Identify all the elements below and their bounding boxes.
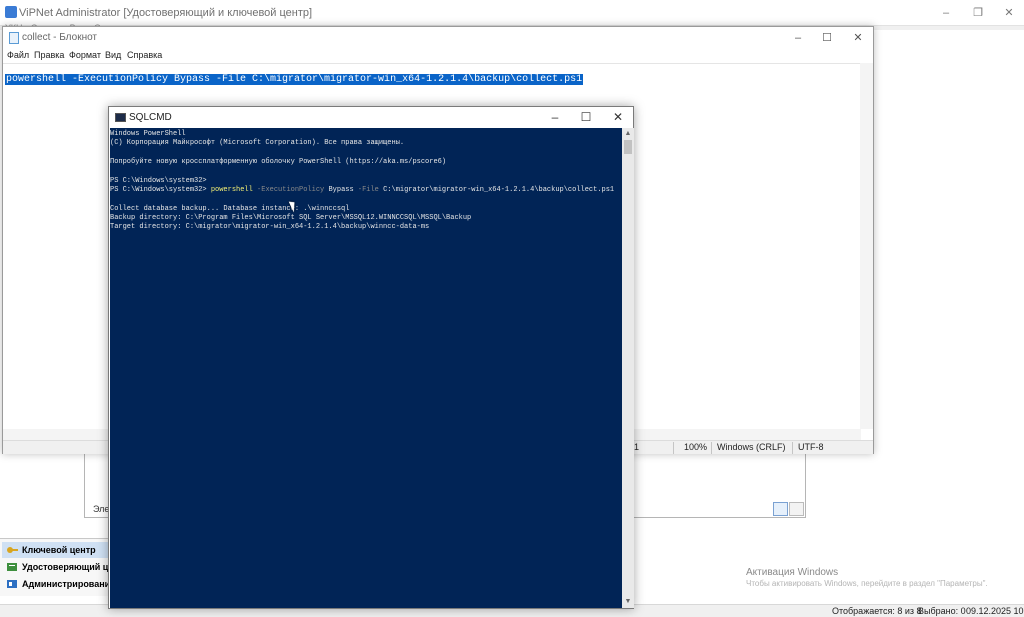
notepad-selected-text[interactable]: powershell -ExecutionPolicy Bypass -File…	[5, 74, 584, 85]
desktop: ViPNet Administrator [Удостоверяющий и к…	[0, 0, 1024, 617]
notepad-status-zoom: 100%	[684, 442, 708, 452]
scrollbar-thumb[interactable]	[624, 140, 632, 154]
vipnet-window-title: ViPNet Administrator [Удостоверяющий и к…	[19, 7, 313, 19]
nav-item-certificate-center[interactable]: Удостоверяющий центр	[2, 559, 110, 575]
vipnet-minimize-button[interactable]: –	[931, 4, 961, 22]
console-parameter: -ExecutionPolicy	[252, 186, 325, 194]
notepad-menubar: Файл Правка Формат Вид Справка	[3, 47, 873, 63]
console-line: Collect database backup... Database inst…	[110, 205, 350, 213]
notepad-status-encoding: UTF-8	[798, 442, 824, 452]
nav-item-label: Администрирование	[22, 579, 110, 589]
powershell-console[interactable]: Windows PowerShell (С) Корпорация Майкро…	[110, 128, 622, 608]
vipnet-maximize-button[interactable]: ❐	[963, 4, 993, 22]
status-selected-count: Выбрано: 0	[918, 606, 966, 616]
notepad-maximize-button[interactable]: ☐	[812, 29, 842, 47]
notepad-status-eol: Windows (CRLF)	[717, 442, 786, 452]
console-line: PS C:\Windows\system32>	[110, 177, 207, 185]
console-argument: C:\migrator\migrator-win_x64-1.2.1.4\bac…	[378, 186, 615, 194]
sqlcmd-close-button[interactable]: ✕	[603, 108, 633, 127]
key-center-icon	[7, 546, 18, 553]
notepad-minimize-button[interactable]: –	[783, 29, 813, 47]
sqlcmd-window: SQLCMD – ☐ ✕ Windows PowerShell (С) Корп…	[108, 106, 634, 609]
status-separator	[792, 442, 793, 454]
notepad-menu-format[interactable]: Формат	[69, 50, 101, 60]
vipnet-app-icon	[5, 6, 17, 18]
sqlcmd-title: SQLCMD	[129, 112, 172, 123]
notepad-title: collect - Блокнот	[22, 32, 98, 43]
certificate-center-icon	[7, 562, 17, 571]
nav-item-label: Ключевой центр	[22, 545, 96, 555]
status-separator	[711, 442, 712, 454]
notepad-close-button[interactable]: ✕	[843, 29, 873, 47]
console-line: Попробуйте новую кроссплатформенную обол…	[110, 158, 447, 166]
notepad-vertical-scrollbar[interactable]	[860, 63, 873, 429]
nav-item-key-center[interactable]: Ключевой центр	[2, 542, 110, 558]
console-parameter: -File	[353, 186, 379, 194]
admin-icon	[7, 579, 17, 588]
console-argument: Bypass	[324, 186, 354, 194]
vipnet-close-button[interactable]: ✕	[994, 4, 1024, 22]
details-view-icon[interactable]	[773, 502, 788, 516]
windows-activation-title: Активация Windows	[746, 567, 839, 578]
list-view-icon[interactable]	[789, 502, 804, 516]
notepad-menu-edit[interactable]: Правка	[34, 50, 64, 60]
console-line: Target directory: C:\migrator\migrator-w…	[110, 223, 430, 231]
sqlcmd-minimize-button[interactable]: –	[540, 108, 570, 127]
console-command: powershell	[210, 186, 253, 194]
nav-item-administration[interactable]: Администрирование	[2, 576, 110, 592]
scroll-up-icon[interactable]: ▲	[622, 129, 634, 139]
vipnet-nav-panel: Ключевой центр Удостоверяющий центр Адми…	[0, 538, 110, 596]
console-line: (С) Корпорация Майкрософт (Microsoft Cor…	[110, 139, 405, 147]
notepad-menu-file[interactable]: Файл	[7, 50, 29, 60]
notepad-menu-view[interactable]: Вид	[105, 50, 121, 60]
sqlcmd-vertical-scrollbar[interactable]: ▲ ▼	[622, 128, 634, 608]
sqlcmd-maximize-button[interactable]: ☐	[571, 108, 601, 127]
status-datetime: 09.12.2025 10:23	[966, 606, 1024, 616]
sqlcmd-titlebar[interactable]: SQLCMD – ☐ ✕	[109, 107, 633, 128]
console-icon	[115, 113, 126, 122]
nav-item-label: Удостоверяющий центр	[22, 562, 110, 572]
notepad-status-column: 1	[634, 442, 640, 452]
console-line: Backup directory: C:\Program Files\Micro…	[110, 214, 472, 222]
console-prompt: PS C:\Windows\system32>	[110, 186, 211, 194]
scroll-down-icon[interactable]: ▼	[622, 597, 634, 607]
windows-activation-subtitle: Чтобы активировать Windows, перейдите в …	[746, 579, 988, 588]
status-shown-count: Отображается: 8 из 8	[832, 606, 922, 616]
console-command-line: PS C:\Windows\system32> powershell -Exec…	[110, 186, 614, 195]
notepad-menu-help[interactable]: Справка	[127, 50, 162, 60]
status-separator	[673, 442, 674, 454]
notepad-icon	[9, 32, 19, 44]
notepad-titlebar[interactable]: collect - Блокнот – ☐ ✕	[3, 27, 873, 49]
console-line: Windows PowerShell	[110, 130, 186, 138]
